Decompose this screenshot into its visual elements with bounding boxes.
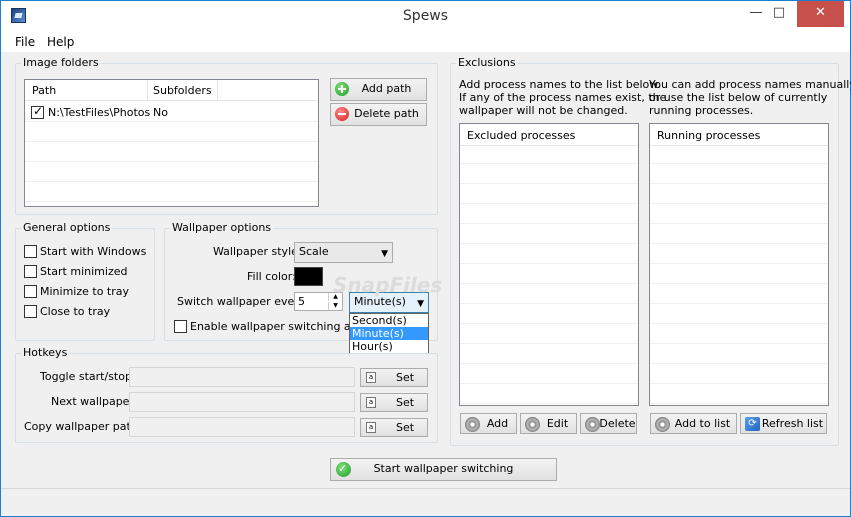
menu-file[interactable]: File [15, 35, 35, 49]
next-wallpaper-hotkey-field[interactable] [129, 392, 355, 412]
empty-row [25, 122, 318, 142]
desc-line: running processes. [649, 104, 754, 117]
key-icon: a [366, 422, 376, 433]
gear-icon [465, 417, 480, 432]
check-circle-icon: ✓ [336, 462, 351, 477]
dropdown-option[interactable]: Second(s) [350, 314, 428, 327]
minimize-to-tray-label: Minimize to tray [40, 285, 130, 298]
start-minimized-label: Start minimized [40, 265, 128, 278]
delete-path-label: Delete path [354, 107, 419, 120]
dropdown-option[interactable]: Hour(s) [350, 340, 428, 353]
row-checkbox[interactable]: ✓ [31, 104, 44, 119]
edit-exclusion-button[interactable]: Edit [520, 413, 577, 434]
start-switching-button[interactable]: ✓ Start wallpaper switching [330, 458, 557, 481]
switch-unit-dropdown[interactable]: Second(s) Minute(s) Hour(s) [349, 313, 429, 354]
minimize-to-tray-checkbox[interactable] [24, 285, 37, 298]
list-header: Running processes [650, 124, 828, 146]
wallpaper-style-select[interactable]: Scale ▼ [294, 242, 393, 263]
next-wallpaper-set-button[interactable]: a Set [360, 393, 428, 412]
image-folders-list[interactable]: Path Subfolders ✓ N:\TestFiles\Photos No [24, 79, 319, 207]
fill-color-swatch[interactable] [294, 267, 323, 286]
wallpaper-options-legend: Wallpaper options [170, 221, 274, 234]
watermark: SnapFiles [333, 273, 443, 297]
spin-down-icon[interactable]: ▼ [328, 302, 342, 310]
chevron-down-icon: ▼ [417, 299, 424, 309]
plus-icon [335, 82, 349, 96]
status-bar [1, 488, 850, 516]
app-window: Spews — □ ✕ File Help Image folders Path… [0, 0, 851, 517]
key-icon: a [366, 372, 376, 383]
row-path: N:\TestFiles\Photos [48, 106, 151, 119]
chevron-down-icon: ▼ [381, 249, 388, 259]
desc-line: wallpaper will not be changed. [459, 104, 628, 117]
desc-line: If any of the process names exist, the [459, 91, 667, 104]
refresh-list-button[interactable]: ⟳ Refresh list [740, 413, 827, 434]
set-label: Set [396, 371, 415, 384]
table-row[interactable]: ✓ N:\TestFiles\Photos No [25, 102, 318, 122]
menu-help[interactable]: Help [47, 35, 74, 49]
fill-color-label: Fill color: [247, 270, 296, 283]
toggle-hotkey-field[interactable] [129, 367, 355, 387]
menu-bar: File Help [1, 32, 850, 52]
excluded-processes-list[interactable]: Excluded processes [459, 123, 639, 406]
title-bar: Spews — □ ✕ [1, 1, 850, 32]
copy-path-hotkey-field[interactable] [129, 417, 355, 437]
gear-icon [585, 417, 600, 432]
delete-exclusion-button[interactable]: Delete [580, 413, 637, 434]
toggle-hotkey-label: Toggle start/stop: [40, 370, 136, 383]
empty-row [25, 142, 318, 162]
add-path-button[interactable]: Add path [330, 78, 427, 101]
list-header: Path Subfolders [25, 80, 318, 101]
set-label: Set [396, 396, 415, 409]
gear-icon [655, 417, 670, 432]
image-folders-legend: Image folders [21, 56, 101, 69]
start-with-windows-label: Start with Windows [40, 245, 147, 258]
set-label: Set [396, 421, 415, 434]
close-to-tray-checkbox[interactable] [24, 305, 37, 318]
copy-path-hotkey-label: Copy wallpaper path: [24, 420, 142, 433]
wallpaper-style-label: Wallpaper style: [213, 245, 302, 258]
key-icon: a [366, 397, 376, 408]
close-button[interactable]: ✕ [797, 1, 844, 27]
window-title: Spews [402, 8, 449, 24]
switch-interval-value: 5 [298, 295, 305, 308]
gear-icon [525, 417, 540, 432]
start-with-windows-checkbox[interactable] [24, 245, 37, 258]
empty-row [25, 182, 318, 202]
row-subfolders: No [153, 106, 168, 119]
toggle-hotkey-set-button[interactable]: a Set [360, 368, 428, 387]
general-options-legend: General options [21, 221, 113, 234]
column-path[interactable]: Path [32, 84, 56, 97]
close-to-tray-label: Close to tray [40, 305, 111, 318]
check-icon: ✓ [33, 104, 44, 118]
desc-line: You can add process names manually [649, 78, 851, 91]
desc-line: or use the list below of currently [649, 91, 828, 104]
exclusions-left-description: Add process names to the list below. If … [459, 78, 666, 117]
minus-icon [335, 107, 349, 121]
start-switching-label: Start wallpaper switching [373, 462, 514, 475]
enable-switching-checkbox[interactable] [174, 320, 187, 333]
desc-line: Add process names to the list below. [459, 78, 661, 91]
excluded-processes-header[interactable]: Excluded processes [467, 129, 575, 142]
next-wallpaper-hotkey-label: Next wallpaper: [51, 395, 138, 408]
copy-path-set-button[interactable]: a Set [360, 418, 428, 437]
wallpaper-style-value: Scale [299, 245, 329, 258]
delete-path-button[interactable]: Delete path [330, 103, 427, 126]
running-processes-header[interactable]: Running processes [657, 129, 760, 142]
empty-row [25, 162, 318, 182]
exclusions-legend: Exclusions [456, 56, 518, 69]
add-exclusion-button[interactable]: Add [460, 413, 517, 434]
dropdown-option-selected[interactable]: Minute(s) [350, 327, 428, 340]
maximize-button[interactable]: □ [761, 1, 797, 27]
refresh-icon: ⟳ [745, 417, 760, 431]
switch-interval-label: Switch wallpaper every: [177, 295, 309, 308]
add-to-list-button[interactable]: Add to list [650, 413, 737, 434]
list-header: Excluded processes [460, 124, 638, 146]
column-subfolders[interactable]: Subfolders [153, 84, 212, 97]
start-minimized-checkbox[interactable] [24, 265, 37, 278]
add-path-label: Add path [361, 82, 412, 95]
running-processes-list[interactable]: Running processes [649, 123, 829, 406]
hotkeys-legend: Hotkeys [21, 346, 70, 359]
exclusions-right-description: You can add process names manually or us… [649, 78, 851, 117]
